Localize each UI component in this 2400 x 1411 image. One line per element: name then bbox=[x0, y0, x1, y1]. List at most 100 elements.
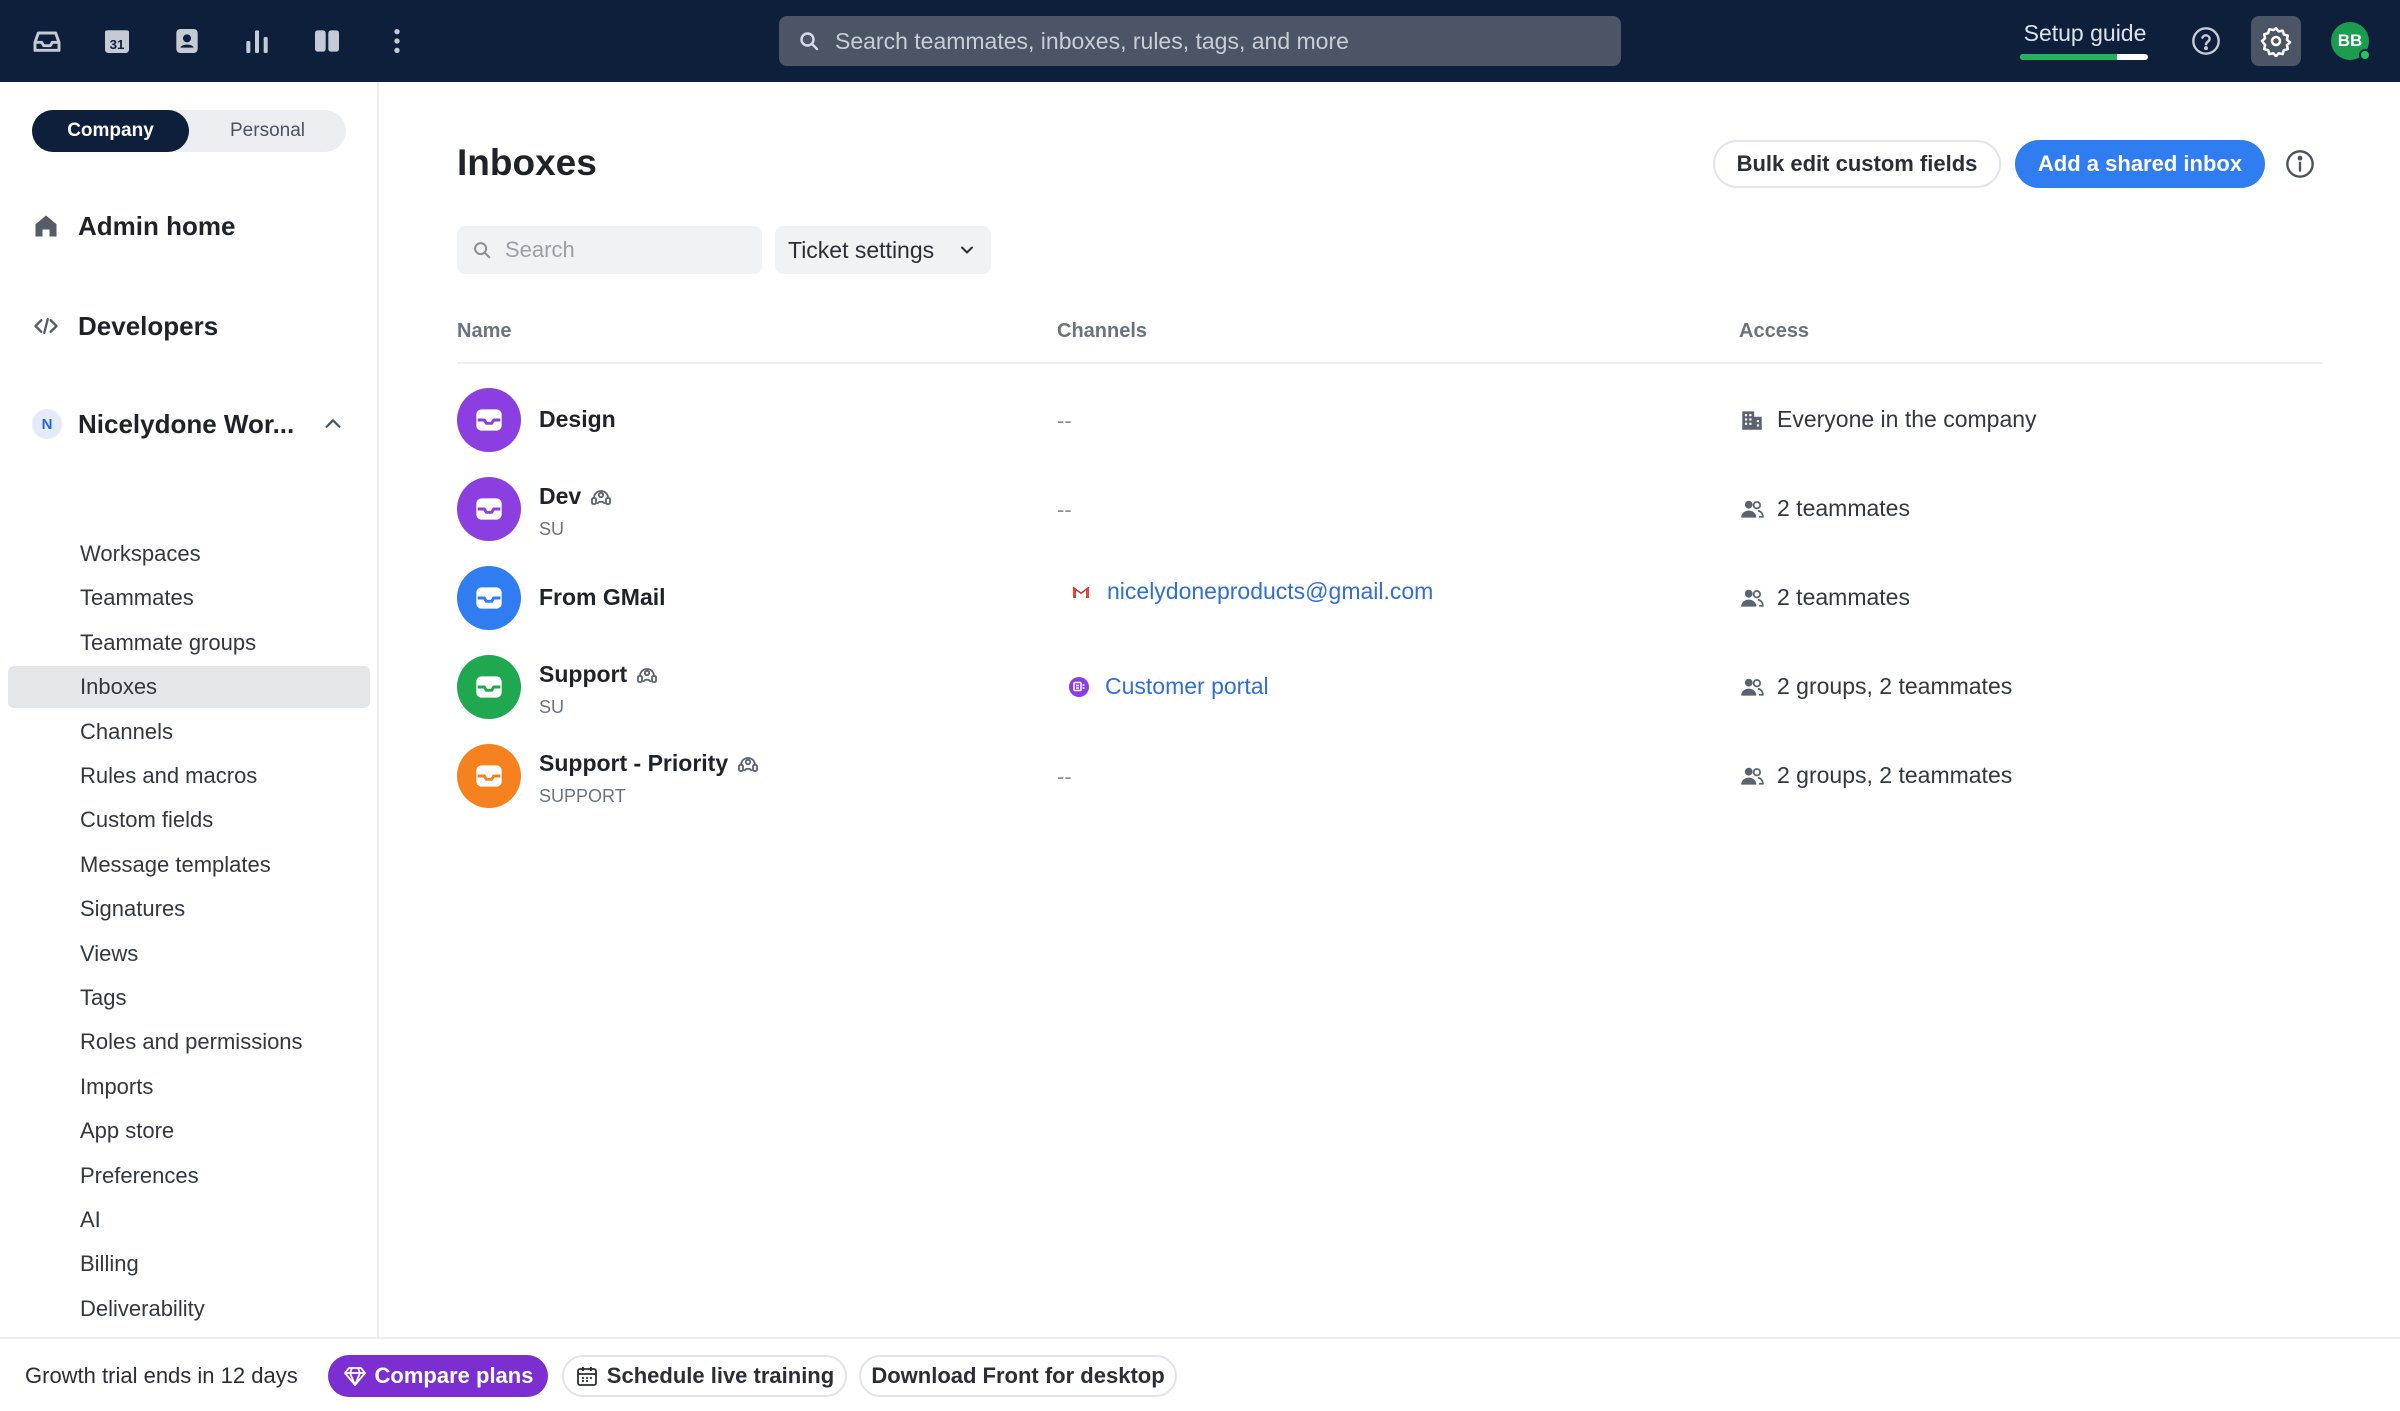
inbox-name: Support - Priority bbox=[539, 750, 760, 777]
developers-link[interactable]: Developers bbox=[32, 306, 218, 346]
scope-tab-company[interactable]: Company bbox=[32, 110, 189, 152]
channel-label: Customer portal bbox=[1105, 673, 1269, 699]
trial-footer: Growth trial ends in 12 days Compare pla… bbox=[0, 1337, 2400, 1411]
access-info: 2 teammates bbox=[1739, 495, 1910, 522]
chevron-down-icon bbox=[961, 246, 973, 254]
calendar-icon[interactable]: 31 bbox=[93, 17, 141, 65]
knowledge-base-icon[interactable] bbox=[303, 17, 351, 65]
sidebar-item-inboxes[interactable]: Inboxes bbox=[8, 666, 370, 709]
inbox-avatar bbox=[457, 566, 521, 630]
calendar-day: 31 bbox=[110, 37, 125, 52]
column-header-access: Access bbox=[1739, 320, 1810, 342]
ticket-settings-dropdown[interactable]: Ticket settings bbox=[775, 226, 991, 274]
gmail-icon bbox=[1072, 586, 1090, 598]
sidebar-item-app-store[interactable]: App store bbox=[8, 1110, 370, 1152]
contacts-icon[interactable] bbox=[163, 17, 211, 65]
people-icon bbox=[1741, 767, 1764, 785]
analytics-icon[interactable] bbox=[233, 17, 281, 65]
add-shared-inbox-button[interactable]: Add a shared inbox bbox=[2015, 140, 2265, 188]
channel-link[interactable]: Customer portal bbox=[1067, 673, 1269, 700]
bulk-edit-custom-fields-button[interactable]: Bulk edit custom fields bbox=[1713, 140, 2001, 188]
sidebar-item-workspaces[interactable]: Workspaces bbox=[8, 533, 370, 575]
inbox-avatar bbox=[457, 655, 521, 719]
inbox-tray-icon bbox=[476, 409, 502, 431]
home-icon bbox=[35, 215, 57, 237]
people-icon bbox=[1741, 500, 1764, 518]
channel-link[interactable]: nicelydoneproducts@gmail.com bbox=[1069, 578, 1433, 605]
gear-icon[interactable] bbox=[2251, 16, 2301, 66]
table-header-divider bbox=[457, 362, 2323, 364]
setup-guide[interactable]: Setup guide bbox=[2018, 20, 2152, 64]
workspace-header[interactable]: N Nicelydone Wor... bbox=[32, 404, 352, 444]
compare-plans-label: Compare plans bbox=[374, 1363, 534, 1388]
developers-label: Developers bbox=[78, 310, 219, 341]
access-label: 2 groups, 2 teammates bbox=[1777, 762, 2013, 788]
download-desktop-button[interactable]: Download Front for desktop bbox=[859, 1355, 1177, 1397]
sidebar-item-teammates[interactable]: Teammates bbox=[8, 577, 370, 619]
admin-home-label: Admin home bbox=[78, 210, 236, 241]
sidebar-item-billing[interactable]: Billing bbox=[8, 1243, 370, 1285]
inbox-name-text: Dev bbox=[539, 483, 582, 509]
workspace-badge: N bbox=[32, 409, 62, 439]
inbox-avatar bbox=[457, 477, 521, 541]
people-icon bbox=[1741, 589, 1764, 607]
admin-home-link[interactable]: Admin home bbox=[32, 206, 235, 246]
sidebar-item-message-templates[interactable]: Message templates bbox=[8, 844, 370, 886]
channel-empty: -- bbox=[1057, 408, 1072, 433]
access-info: Everyone in the company bbox=[1739, 406, 2037, 433]
chevron-up-icon[interactable] bbox=[322, 413, 344, 435]
table-row[interactable]: Design -- Everyone in the company bbox=[457, 382, 2323, 458]
sidebar-item-imports[interactable]: Imports bbox=[8, 1066, 370, 1108]
table-row[interactable]: From GMail nicelydoneproducts@gmail.com 2 … bbox=[457, 560, 2323, 636]
info-icon[interactable] bbox=[2284, 148, 2316, 180]
access-label: Everyone in the company bbox=[1777, 406, 2037, 432]
people-icon bbox=[1741, 678, 1764, 696]
table-row[interactable]: Dev SU -- 2 teammates bbox=[457, 471, 2323, 547]
column-header-name[interactable]: Name bbox=[457, 320, 511, 343]
more-icon[interactable] bbox=[373, 17, 421, 65]
sidebar-item-tags[interactable]: Tags bbox=[8, 977, 370, 1019]
inbox-subtitle: SUPPORT bbox=[539, 786, 626, 806]
schedule-live-training-button[interactable]: Schedule live training bbox=[562, 1355, 847, 1397]
scope-tab-personal[interactable]: Personal bbox=[189, 110, 346, 152]
inbox-name-text: Support bbox=[539, 661, 628, 687]
sidebar-item-ai[interactable]: AI bbox=[8, 1199, 370, 1241]
sidebar-item-teammate-groups[interactable]: Teammate groups bbox=[8, 622, 370, 664]
sidebar-item-channels[interactable]: Channels bbox=[8, 711, 370, 753]
inbox-name: From GMail bbox=[539, 584, 666, 611]
global-search[interactable]: Search teammates, inboxes, rules, tags, … bbox=[779, 16, 1621, 66]
sidebar-item-rules-and-macros[interactable]: Rules and macros bbox=[8, 755, 370, 797]
user-avatar[interactable]: BB bbox=[2331, 22, 2371, 61]
sidebar-item-preferences[interactable]: Preferences bbox=[8, 1155, 370, 1197]
sidebar-item-deliverability[interactable]: Deliverability bbox=[8, 1288, 370, 1330]
download-desktop-label: Download Front for desktop bbox=[871, 1363, 1165, 1388]
inbox-name: Support bbox=[539, 661, 659, 688]
shared-inbox-icon bbox=[738, 756, 759, 772]
channel-label: nicelydoneproducts@gmail.com bbox=[1107, 578, 1434, 604]
inbox-avatar bbox=[457, 744, 521, 808]
table-row[interactable]: Support - Priority SUPPORT -- 2 groups, 2 t… bbox=[457, 738, 2323, 814]
inbox-icon[interactable] bbox=[23, 17, 71, 65]
compare-plans-button[interactable]: Compare plans bbox=[328, 1355, 548, 1397]
workspace-name: Nicelydone Wor... bbox=[78, 408, 295, 439]
inbox-name-text: From GMail bbox=[539, 584, 666, 610]
inbox-search[interactable] bbox=[457, 226, 762, 274]
sidebar-item-roles-and-permissions[interactable]: Roles and permissions bbox=[8, 1021, 370, 1063]
setup-guide-progress-fill bbox=[2020, 54, 2118, 60]
inbox-tray-icon bbox=[476, 587, 502, 609]
shared-inbox-icon bbox=[591, 489, 612, 505]
help-icon[interactable] bbox=[2182, 17, 2230, 65]
user-initials: BB bbox=[2337, 31, 2363, 50]
search-icon bbox=[474, 242, 491, 259]
building-icon bbox=[1742, 410, 1762, 430]
sidebar-item-views[interactable]: Views bbox=[8, 933, 370, 975]
schedule-live-training-label: Schedule live training bbox=[606, 1363, 835, 1388]
access-info: 2 groups, 2 teammates bbox=[1739, 762, 2012, 789]
inbox-search-input[interactable] bbox=[505, 237, 745, 263]
inbox-name: Design bbox=[539, 406, 616, 433]
sidebar-item-custom-fields[interactable]: Custom fields bbox=[8, 799, 370, 841]
table-row[interactable]: Support SU Customer portal 2 groups, 2 team… bbox=[457, 649, 2323, 725]
column-header-channels: Channels bbox=[1057, 320, 1148, 342]
access-info: 2 groups, 2 teammates bbox=[1739, 673, 2012, 700]
sidebar-item-signatures[interactable]: Signatures bbox=[8, 888, 370, 930]
